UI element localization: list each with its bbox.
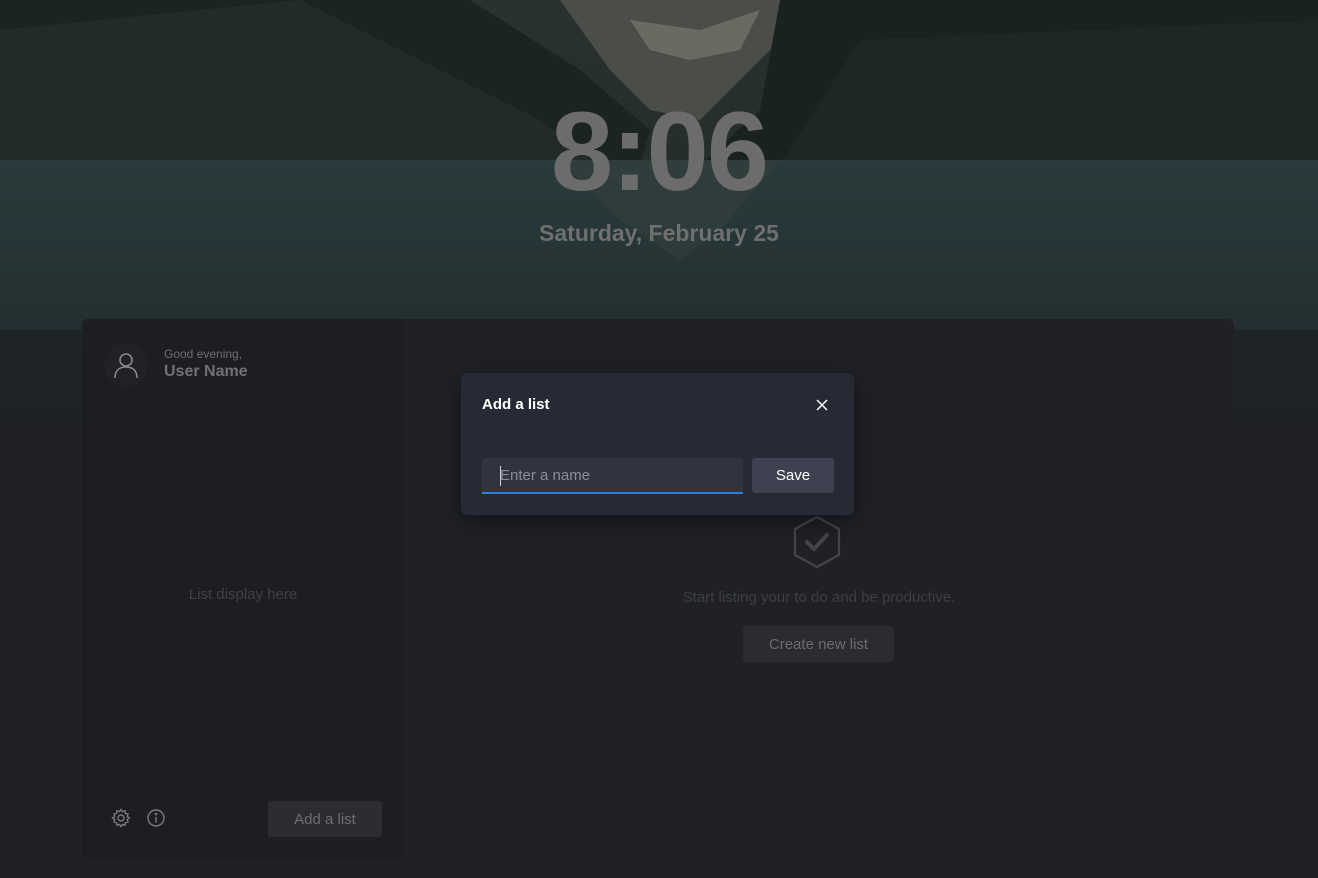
add-list-dialog: Add a list Save — [461, 373, 854, 515]
gear-icon[interactable] — [109, 806, 133, 830]
close-icon[interactable] — [812, 395, 832, 415]
greeting-text: Good evening, — [164, 347, 243, 361]
dialog-title: Add a list — [482, 396, 550, 413]
add-list-button[interactable]: Add a list — [268, 801, 382, 837]
create-new-list-button[interactable]: Create new list — [743, 626, 894, 662]
clock-time: 8:06 — [550, 89, 769, 214]
list-placeholder: List display here — [188, 586, 298, 603]
sidebar: Good evening, User Name List display her… — [82, 319, 404, 859]
save-button[interactable]: Save — [752, 458, 834, 493]
info-icon[interactable] — [144, 806, 168, 830]
empty-state-text: Start listing your to do and be producti… — [682, 589, 956, 606]
person-icon — [104, 343, 148, 387]
user-name: User Name — [164, 363, 248, 380]
checkmark-hexagon-icon — [792, 515, 842, 569]
app-window: 8:06 Saturday, February 25 Good evening,… — [0, 0, 1318, 878]
text-caret — [500, 466, 501, 486]
list-name-input[interactable] — [482, 458, 743, 494]
clock-date: Saturday, February 25 — [539, 220, 779, 246]
